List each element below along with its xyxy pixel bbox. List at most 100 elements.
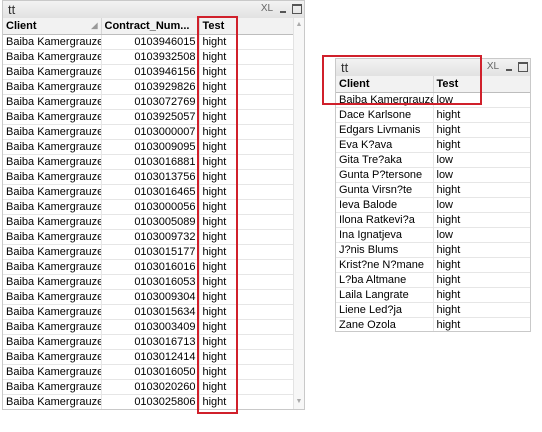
table-row[interactable]: Baiba Kamergrauze 0103016713 hight [3,334,297,350]
table-row[interactable]: Baiba Kamergrauze 0103072769 hight [3,94,297,110]
table-cell[interactable]: hight [199,184,297,200]
table-cell[interactable]: Baiba Kamergrauze [3,139,102,155]
table-cell[interactable]: low [433,167,530,183]
table-row[interactable]: Baiba Kamergrauze 0103025806 hight [3,394,297,409]
minimize-icon[interactable] [504,62,514,72]
table-cell[interactable]: Baiba Kamergrauze [3,184,102,200]
table-cell[interactable]: 0103015177 [101,244,200,260]
table-cell[interactable]: 0103016050 [101,364,200,380]
table-cell[interactable]: hight [199,34,297,50]
table-row[interactable]: Baiba Kamergrauze 0103000056 hight [3,199,297,215]
table-cell[interactable]: Baiba Kamergrauze [3,259,102,275]
column-header-client[interactable]: Client [336,76,434,93]
export-excel-icon[interactable]: XL [260,3,274,14]
table-row[interactable]: Baiba Kamergrauze 0103946015 hight [3,34,297,50]
table-row[interactable]: Zane Ozola hight [336,317,530,331]
table-cell[interactable]: low [433,227,530,243]
table-row[interactable]: Baiba Kamergrauze 0103016465 hight [3,184,297,200]
table-cell[interactable]: hight [433,242,530,258]
table-row[interactable]: Baiba Kamergrauze low [336,92,530,108]
column-header-client[interactable]: Client ◢ [3,18,102,35]
table-cell[interactable]: Baiba Kamergrauze [3,214,102,230]
table-cell[interactable]: Baiba Kamergrauze [3,34,102,50]
table-row[interactable]: Baiba Kamergrauze 0103932508 hight [3,49,297,65]
table-row[interactable]: Baiba Kamergrauze 0103925057 hight [3,109,297,125]
table-cell[interactable]: 0103000056 [101,199,200,215]
table-cell[interactable]: Gunta Virsn?te [336,182,434,198]
table-cell[interactable]: 0103016713 [101,334,200,350]
table-cell[interactable]: hight [433,257,530,273]
table-cell[interactable]: J?nis Blums [336,242,434,258]
minimize-icon[interactable] [278,4,288,14]
table-cell[interactable]: 0103009732 [101,229,200,245]
table-cell[interactable]: Baiba Kamergrauze [3,319,102,335]
table-row[interactable]: Gita Tre?aka low [336,152,530,168]
scroll-up-icon[interactable]: ▲ [294,20,304,30]
table-cell[interactable]: hight [433,137,530,153]
table-cell[interactable]: Baiba Kamergrauze [3,49,102,65]
table-cell[interactable]: hight [199,229,297,245]
table-row[interactable]: Ilona Ratkevi?a hight [336,212,530,228]
table-cell[interactable]: 0103020260 [101,379,200,395]
table-cell[interactable]: Zane Ozola [336,317,434,331]
table-cell[interactable]: Baiba Kamergrauze [3,169,102,185]
table-cell[interactable]: hight [199,379,297,395]
table-cell[interactable]: low [433,197,530,213]
table-cell[interactable]: Baiba Kamergrauze [3,274,102,290]
table-row[interactable]: Ieva Balode low [336,197,530,213]
table-cell[interactable]: hight [199,364,297,380]
table-cell[interactable]: hight [199,274,297,290]
table-row[interactable]: Eva K?ava hight [336,137,530,153]
table-row[interactable]: Laila Langrate hight [336,287,530,303]
table-cell[interactable]: hight [199,289,297,305]
table-cell[interactable]: Gita Tre?aka [336,152,434,168]
table-cell[interactable]: hight [199,109,297,125]
table-cell[interactable]: hight [199,124,297,140]
scroll-down-icon[interactable]: ▼ [294,397,304,407]
table-cell[interactable]: hight [199,394,297,409]
table-cell[interactable]: hight [199,319,297,335]
table-row[interactable]: Ina Ignatjeva low [336,227,530,243]
table-row[interactable]: Baiba Kamergrauze 0103009095 hight [3,139,297,155]
table-cell[interactable]: Baiba Kamergrauze [336,92,434,108]
column-header-test[interactable]: Test [433,76,530,93]
table-cell[interactable]: 0103946156 [101,64,200,80]
table-cell[interactable]: hight [433,272,530,288]
table-row[interactable]: Gunta P?tersone low [336,167,530,183]
table-cell[interactable]: Ina Ignatjeva [336,227,434,243]
table-cell[interactable]: Edgars Livmanis [336,122,434,138]
table-row[interactable]: Baiba Kamergrauze 0103015634 hight [3,304,297,320]
table-cell[interactable]: 0103009304 [101,289,200,305]
table-cell[interactable]: 0103016465 [101,184,200,200]
table-cell[interactable]: 0103000007 [101,124,200,140]
table-cell[interactable]: Ilona Ratkevi?a [336,212,434,228]
table-cell[interactable]: 0103012414 [101,349,200,365]
table-cell[interactable]: hight [199,79,297,95]
column-header-contract-num[interactable]: Contract_Num... [101,18,200,35]
table-cell[interactable]: 0103005089 [101,214,200,230]
table-cell[interactable]: hight [199,304,297,320]
table-cell[interactable]: Baiba Kamergrauze [3,109,102,125]
table-cell[interactable]: 0103946015 [101,34,200,50]
left-vertical-scrollbar[interactable]: ▲ ▼ [293,18,304,409]
table-cell[interactable]: Baiba Kamergrauze [3,394,102,409]
table-cell[interactable]: 0103016016 [101,259,200,275]
table-cell[interactable]: hight [433,107,530,123]
table-cell[interactable]: Baiba Kamergrauze [3,94,102,110]
table-cell[interactable]: Baiba Kamergrauze [3,79,102,95]
table-cell[interactable]: 0103925057 [101,109,200,125]
table-row[interactable]: Baiba Kamergrauze 0103016053 hight [3,274,297,290]
left-window-titlebar[interactable]: tt XL [3,1,304,19]
table-row[interactable]: Baiba Kamergrauze 0103012414 hight [3,349,297,365]
table-row[interactable]: Baiba Kamergrauze 0103003409 hight [3,319,297,335]
table-cell[interactable]: Liene Led?ja [336,302,434,318]
table-cell[interactable]: Baiba Kamergrauze [3,124,102,140]
table-cell[interactable]: hight [199,199,297,215]
table-cell[interactable]: 0103025806 [101,394,200,409]
table-row[interactable]: Baiba Kamergrauze 0103009304 hight [3,289,297,305]
table-row[interactable]: Baiba Kamergrauze 0103946156 hight [3,64,297,80]
table-row[interactable]: Baiba Kamergrauze 0103013756 hight [3,169,297,185]
table-cell[interactable]: Baiba Kamergrauze [3,304,102,320]
table-cell[interactable]: Baiba Kamergrauze [3,349,102,365]
table-cell[interactable]: hight [199,169,297,185]
